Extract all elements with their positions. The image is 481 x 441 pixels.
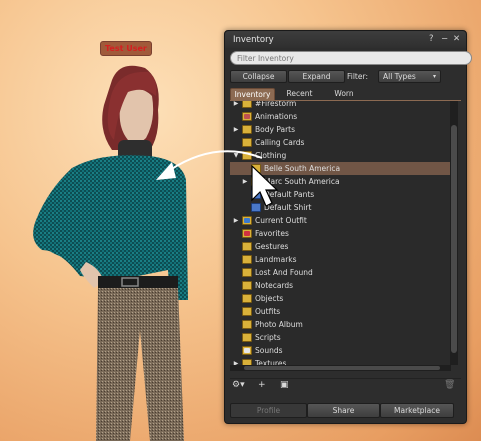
expand-triangle-icon[interactable]: ▶ [241, 175, 249, 188]
inventory-row[interactable]: ▶ Textures [230, 357, 451, 365]
marketplace-button[interactable]: Marketplace [380, 403, 454, 418]
folder-icon [251, 164, 261, 173]
horizontal-scroll-thumb[interactable] [244, 366, 440, 370]
tab-recent[interactable]: Recent [277, 88, 322, 99]
expand-triangle-icon[interactable]: ▶ [232, 101, 240, 110]
expand-triangle-icon[interactable]: ▶ [232, 357, 240, 365]
inventory-row-label: Current Outfit [255, 216, 307, 225]
inventory-row-label: Belle South America [264, 164, 341, 173]
inventory-row[interactable]: ▶ Marc South America [230, 175, 451, 188]
help-icon[interactable]: ? [429, 34, 434, 44]
clothing-folder-icon [242, 151, 252, 160]
filter-type-dropdown[interactable]: All Types ▾ [378, 70, 441, 83]
inventory-row-label: Default Pants [264, 190, 315, 199]
avatar-name-tag: Test User [100, 41, 152, 56]
inventory-row[interactable]: Default Shirt [230, 201, 451, 214]
sound-folder-icon [242, 346, 252, 355]
inventory-row-label: Clothing [255, 151, 287, 160]
inventory-row-label: Textures [255, 359, 287, 365]
inventory-row[interactable]: Photo Album [230, 318, 451, 331]
object-folder-icon [242, 294, 252, 303]
inventory-row-label: Lost And Found [255, 268, 313, 277]
inventory-row-label: Favorites [255, 229, 289, 238]
inventory-row-label: Body Parts [255, 125, 296, 134]
trash-icon[interactable]: 🗑 [444, 380, 455, 390]
photo-folder-icon [242, 320, 252, 329]
inventory-row[interactable]: Objects [230, 292, 451, 305]
inventory-titlebar[interactable]: Inventory ? − ✕ [225, 31, 466, 48]
filter-type-value: All Types [383, 72, 416, 81]
outfit-folder-icon [242, 216, 252, 225]
inventory-toolbar: ⚙▾ + ▣ 🗑 [230, 378, 461, 391]
script-folder-icon [242, 333, 252, 342]
inventory-row[interactable]: Gestures [230, 240, 451, 253]
favorites-folder-icon [242, 229, 252, 238]
filter-inventory-input[interactable] [230, 51, 472, 65]
outfits-folder-icon [242, 307, 252, 316]
vertical-scrollbar[interactable] [450, 101, 458, 365]
inventory-row[interactable]: ▶ Current Outfit [230, 214, 451, 227]
inventory-row[interactable]: Belle South America [230, 162, 451, 175]
inventory-row-label: Marc South America [264, 177, 340, 186]
lostfound-folder-icon [242, 268, 252, 277]
inventory-row[interactable]: Animations [230, 110, 451, 123]
inventory-row-label: Notecards [255, 281, 294, 290]
landmark-folder-icon [242, 255, 252, 264]
inventory-panel: Inventory ? − ✕ Collapse Expand Filter: … [224, 30, 472, 424]
animation-folder-icon [242, 112, 252, 121]
inventory-row[interactable]: Lost And Found [230, 266, 451, 279]
inventory-row-label: #Firestorm [255, 101, 297, 108]
inventory-row[interactable]: ▶ #Firestorm [230, 101, 451, 110]
expand-button[interactable]: Expand [288, 70, 345, 83]
collapse-triangle-icon[interactable]: ▼ [232, 149, 240, 162]
folder-icon [251, 177, 261, 186]
bodypart-folder-icon [242, 125, 252, 134]
folder-icon [242, 101, 252, 108]
horizontal-scrollbar[interactable] [230, 365, 451, 371]
inventory-row[interactable]: ▼ Clothing [230, 149, 451, 162]
tab-inventory[interactable]: Inventory [230, 88, 275, 100]
inventory-row-label: Outfits [255, 307, 281, 316]
inventory-row-label: Scripts [255, 333, 281, 342]
callingcard-folder-icon [242, 138, 252, 147]
inventory-row-label: Landmarks [255, 255, 297, 264]
inventory-row-label: Objects [255, 294, 284, 303]
gear-dropdown-icon[interactable]: ⚙▾ [232, 380, 245, 390]
gesture-folder-icon [242, 242, 252, 251]
chevron-down-icon: ▾ [432, 73, 436, 80]
inventory-row[interactable]: Outfits [230, 305, 451, 318]
shirt-icon [251, 203, 261, 212]
inventory-row-label: Animations [255, 112, 298, 121]
inventory-row[interactable]: Notecards [230, 279, 451, 292]
panel-icon[interactable]: ▣ [280, 380, 289, 390]
inventory-tree[interactable]: ▶ #Firestorm Animations ▶ Body Parts Calling … [230, 101, 451, 365]
avatar-figure [33, 65, 188, 441]
inventory-row-label: Photo Album [255, 320, 303, 329]
minimize-icon[interactable]: − [441, 34, 448, 44]
pants-icon [251, 190, 261, 199]
tab-worn[interactable]: Worn [325, 88, 363, 99]
filter-label: Filter: [347, 72, 368, 81]
plus-icon[interactable]: + [258, 380, 266, 390]
scroll-thumb[interactable] [451, 125, 457, 353]
collapse-button[interactable]: Collapse [230, 70, 287, 83]
share-button[interactable]: Share [307, 403, 380, 418]
inventory-title: Inventory [233, 35, 274, 45]
close-icon[interactable]: ✕ [453, 34, 460, 44]
expand-triangle-icon[interactable]: ▶ [232, 214, 240, 227]
inventory-row[interactable]: Default Pants [230, 188, 451, 201]
notecard-folder-icon [242, 281, 252, 290]
inventory-row[interactable]: Landmarks [230, 253, 451, 266]
inventory-row[interactable]: Calling Cards [230, 136, 451, 149]
inventory-row-label: Calling Cards [255, 138, 305, 147]
inventory-row[interactable]: Sounds [230, 344, 451, 357]
inventory-row-label: Default Shirt [264, 203, 312, 212]
inventory-row[interactable]: ▶ Body Parts [230, 123, 451, 136]
inventory-row[interactable]: Scripts [230, 331, 451, 344]
inventory-row-label: Sounds [255, 346, 283, 355]
inventory-row[interactable]: Favorites [230, 227, 451, 240]
inventory-row-label: Gestures [255, 242, 289, 251]
expand-triangle-icon[interactable]: ▶ [232, 123, 240, 136]
profile-button[interactable]: Profile [230, 403, 307, 418]
